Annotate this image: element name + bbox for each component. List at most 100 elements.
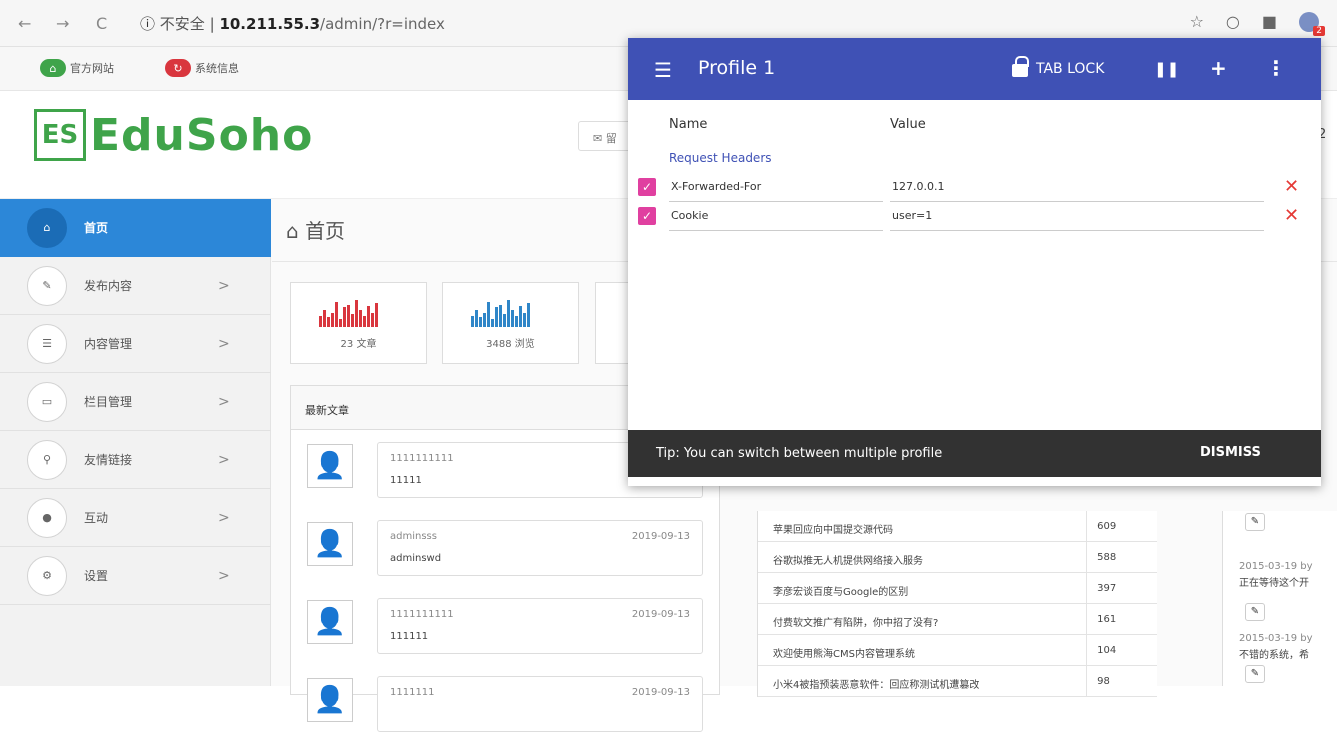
home-icon: ⌂ [40, 59, 66, 77]
hot-articles-table: 苹果回应向中国提交源代码 609 谷歌拟推无人机提供网络接入服务 588 李彦宏谈百… [757, 511, 1157, 697]
delete-icon[interactable]: ✕ [1284, 176, 1299, 197]
row-title: 李彦宏谈百度与Google的区别 [758, 573, 1088, 603]
lock-icon [1012, 56, 1029, 77]
gear-icon: ⚙ [27, 555, 67, 596]
stat-bar [359, 310, 362, 327]
chevron-right-icon: > [218, 393, 230, 410]
edit-pencil-icon[interactable]: ✎ [1245, 513, 1265, 531]
stat-bar [515, 316, 518, 327]
extension-square-icon[interactable]: ■ [1262, 12, 1277, 32]
extension-circle-icon[interactable]: ○ [1226, 12, 1240, 32]
list-icon: ☰ [27, 323, 67, 364]
edit-pencil-icon[interactable]: ✎ [1245, 603, 1265, 621]
chevron-right-icon: > [218, 277, 230, 294]
page-title: ⌂ 首页 [286, 215, 345, 244]
stat-bar [527, 303, 530, 327]
official-site-label: 官方网站 [70, 62, 114, 75]
comment-meta: 2015-03-19 by [1239, 633, 1313, 644]
comment-text: 正在等待这个开 [1239, 578, 1309, 589]
list-item[interactable]: 👤 1111111111 2019-09-13 111111 [305, 598, 705, 658]
row-views: 397 [1097, 583, 1117, 594]
sidebar-item-content[interactable]: ☰ 内容管理 > [0, 315, 271, 373]
stat-card-views[interactable]: 3488 浏览 [442, 282, 579, 364]
forward-icon[interactable]: → [56, 14, 69, 33]
avatar: 👤 [307, 678, 353, 722]
stat-bar [327, 317, 330, 327]
system-info-link[interactable]: ↻ 系统信息 [165, 59, 239, 77]
stat-caption: 23 文章 [340, 339, 377, 350]
row-title: 谷歌拟推无人机提供网络接入服务 [758, 542, 1088, 572]
more-vert-icon[interactable]: ⋮ [1266, 56, 1286, 80]
header-name-input[interactable]: X-Forwarded-For [669, 174, 883, 202]
header-value-input[interactable]: 127.0.0.1 [890, 174, 1264, 202]
info-icon: ⓘ [140, 15, 156, 33]
add-icon[interactable]: + [1210, 56, 1227, 80]
tab-lock-button[interactable]: TAB LOCK [1012, 56, 1104, 77]
table-row[interactable]: 苹果回应向中国提交源代码 609 [758, 511, 1157, 542]
article-title: adminsss [390, 531, 437, 542]
article-bubble: 1111111111 2019-09-13 111111 [377, 598, 703, 654]
sidebar-item-publish[interactable]: ✎ 发布内容 > [0, 257, 271, 315]
stat-card-articles[interactable]: 23 文章 [290, 282, 427, 364]
avatar: 👤 [307, 522, 353, 566]
dismiss-button[interactable]: DISMISS [1200, 445, 1261, 460]
official-site-link[interactable]: ⌂ 官方网站 [40, 59, 114, 77]
recent-comments: ✎ 2015-03-19 by 正在等待这个开 ✎ 2015-03-19 by … [1222, 511, 1337, 686]
stat-bar [367, 306, 370, 327]
row-views: 588 [1097, 552, 1117, 563]
stat-bar [523, 313, 526, 327]
header-value-input[interactable]: user=1 [890, 203, 1264, 231]
article-title: 1111111111 [390, 453, 454, 464]
edit-pencil-icon[interactable]: ✎ [1245, 665, 1265, 683]
reload-icon[interactable]: C [96, 14, 107, 33]
row-title: 小米4被指预装恶意软件：回应称测试机遭篡改 [758, 666, 1088, 696]
row-title: 欢迎使用熊海CMS内容管理系统 [758, 635, 1088, 665]
table-row[interactable]: 小米4被指预装恶意软件：回应称测试机遭篡改 98 [758, 666, 1157, 697]
delete-icon[interactable]: ✕ [1284, 205, 1299, 226]
refresh-icon: ↻ [165, 59, 191, 77]
checkbox-checked-icon[interactable]: ✓ [638, 207, 656, 225]
back-icon[interactable]: ← [18, 14, 31, 33]
table-row[interactable]: 欢迎使用熊海CMS内容管理系统 104 [758, 635, 1157, 666]
sidebar-item-settings[interactable]: ⚙ 设置 > [0, 547, 271, 605]
row-views: 104 [1097, 645, 1117, 656]
menu-icon[interactable]: ☰ [654, 58, 672, 82]
edusoho-logo[interactable]: ES EduSoho [34, 109, 313, 161]
address-bar[interactable]: ⓘ 不安全 | 10.211.55.3/admin/?r=index [140, 13, 445, 34]
url-separator: | [209, 15, 215, 33]
stat-bar [491, 319, 494, 327]
home-icon: ⌂ [27, 207, 67, 248]
checkbox-checked-icon[interactable]: ✓ [638, 178, 656, 196]
table-row[interactable]: 谷歌拟推无人机提供网络接入服务 588 [758, 542, 1157, 573]
page-title-text: 首页 [305, 219, 346, 243]
list-item[interactable]: 👤 1111111 2019-09-13 [305, 676, 705, 736]
sidebar-item-label: 设置 [84, 569, 109, 583]
article-bubble: adminsss 2019-09-13 adminswd [377, 520, 703, 576]
sidebar-item-columns[interactable]: ▭ 栏目管理 > [0, 373, 271, 431]
logo-text: EduSoho [90, 109, 314, 161]
header-name-input[interactable]: Cookie [669, 203, 883, 231]
list-item[interactable]: 👤 adminsss 2019-09-13 adminswd [305, 520, 705, 580]
stat-bar [339, 319, 342, 327]
sidebar-item-label: 友情链接 [84, 453, 133, 467]
stat-bar [475, 310, 478, 327]
stat-bar [375, 303, 378, 327]
modheader-extension-icon[interactable]: 2 [1299, 12, 1325, 36]
comment-meta: 2015-03-19 by [1239, 561, 1313, 572]
chevron-right-icon: > [218, 451, 230, 468]
sidebar: ⌂ 首页 ✎ 发布内容 > ☰ 内容管理 > ▭ 栏目管理 > ⚲ 友情链接 >… [0, 199, 271, 686]
bookmark-star-icon[interactable]: ☆ [1190, 12, 1204, 32]
sidebar-item-label: 首页 [84, 221, 109, 235]
sidebar-item-home[interactable]: ⌂ 首页 [0, 199, 271, 257]
table-row[interactable]: 付费软文推广有陷阱，你中招了没有? 161 [758, 604, 1157, 635]
sidebar-item-label: 互动 [84, 511, 109, 525]
window-icon: ▭ [27, 381, 67, 422]
article-date: 2019-09-13 [631, 687, 690, 698]
stat-caption: 3488 浏览 [486, 339, 535, 350]
pause-icon[interactable]: ❚❚ [1154, 60, 1179, 78]
sidebar-item-links[interactable]: ⚲ 友情链接 > [0, 431, 271, 489]
sidebar-item-interact[interactable]: ● 互动 > [0, 489, 271, 547]
table-row[interactable]: 李彦宏谈百度与Google的区别 397 [758, 573, 1157, 604]
profile-title[interactable]: Profile 1 [698, 57, 775, 79]
stat-bar [331, 313, 334, 327]
